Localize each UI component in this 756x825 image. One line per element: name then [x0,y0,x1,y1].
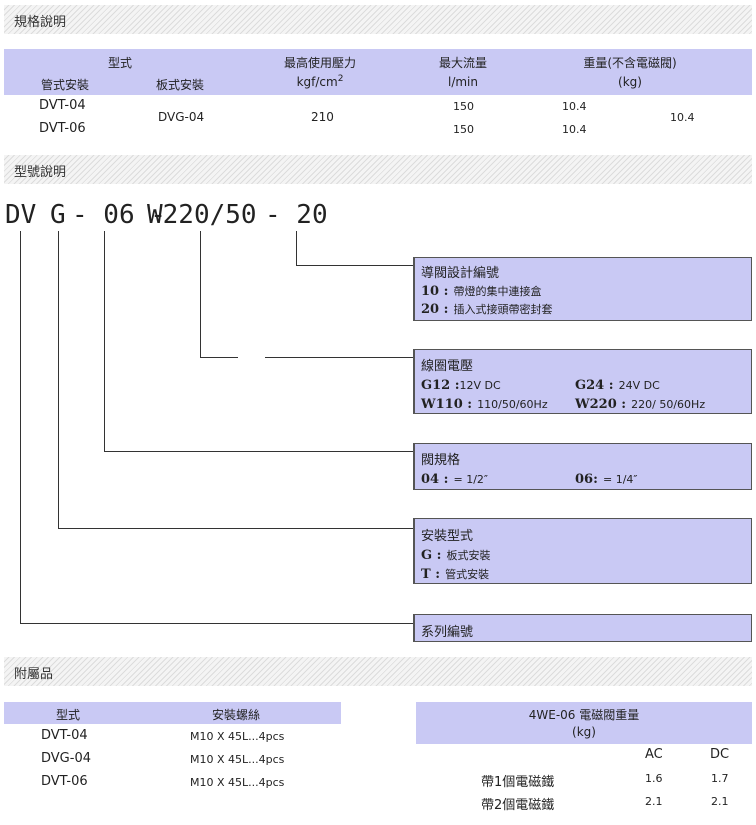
plate-value: DVG-04 [158,110,205,124]
connector-line [58,528,414,529]
weight1-value: 10.4 [562,100,587,113]
header-flow: 最大流量 [438,56,487,70]
option-g: G : 板式安裝 [421,548,491,563]
connector-line [296,231,297,266]
connector-line [104,231,105,452]
section-header-model: 型號說明 [4,155,752,184]
header-pipe: 管式安裝 [40,78,89,92]
header-pressure: 最高使用壓力 [283,56,356,70]
valve-size-box: 閥規格 04 : = 1/2″ 06: = 1/4″ [413,443,752,490]
header-weight-unit: (kg) [618,75,642,89]
section-title: 附屬品 [14,667,54,682]
acc-row-screw: M10 X 45L...4pcs [190,776,285,789]
connector-line [58,231,59,529]
header-type: 型式 [55,708,80,722]
option-w220: W220 : 220/ 50/60Hz [575,397,706,412]
code-voltage: W220/50 [147,200,257,230]
acc-row-screw: M10 X 45L...4pcs [190,753,285,766]
weight-row-label: 帶1個電磁鐵 [481,775,555,790]
connector-line [265,357,414,358]
acc-row-type: DVT-06 [41,774,88,789]
weight-table-title: 4WE-06 電磁閥重量 [528,708,640,722]
header-plate: 板式安裝 [155,78,204,92]
flow2-value: 150 [453,123,474,136]
acc-row-type: DVG-04 [41,751,91,766]
code-design: - 20 [265,200,328,230]
section-title: 型號說明 [14,165,67,180]
header-dc: DC [710,747,730,762]
series-number-box: 系列編號 [413,614,752,642]
box-title: 系列編號 [421,625,474,640]
header-pressure-unit: kgf/cm2 [296,74,344,89]
option-04: 04 : = 1/2″ [421,472,489,487]
weight-table-unit: (kg) [572,725,596,739]
acc-row-type: DVT-04 [41,728,88,743]
connector-line [296,265,414,266]
code-series: DV [5,200,37,230]
option-t: T : 管式安裝 [421,567,490,582]
option-10: 10 : 帶燈的集中連接盒 [421,284,542,299]
header-flow-unit: l/min [447,75,478,89]
box-title: 導閥設計編號 [421,266,500,281]
option-g24: G24 : 24V DC [575,378,660,393]
section-header-accessories: 附屬品 [4,657,752,686]
weight2-value: 10.4 [562,123,587,136]
section-header-spec: 規格說明 [4,5,752,34]
box-title: 線圈電壓 [421,359,474,374]
weight-row-label: 帶2個電磁鐵 [481,798,555,813]
mounting-type-box: 安裝型式 G : 板式安裝 T : 管式安裝 [413,518,752,584]
connector-line [200,231,201,358]
coil-voltage-box: 線圈電壓 G12 :12V DC G24 : 24V DC W110 : 110… [413,349,752,414]
row1-pipe: DVT-04 [39,98,86,113]
header-screw: 安裝螺絲 [211,708,260,722]
connector-line [20,231,21,624]
row2-pipe: DVT-06 [39,121,86,136]
connector-line [200,357,238,358]
weight-row-dc: 2.1 [711,795,729,808]
option-g12: G12 :12V DC [421,378,501,393]
pressure-value: 210 [311,110,334,124]
section-title: 規格說明 [14,15,67,30]
acc-row-screw: M10 X 45L...4pcs [190,730,285,743]
flow1-value: 150 [453,100,474,113]
option-w110: W110 : 110/50/60Hz [421,397,548,412]
header-type: 型式 [107,56,132,70]
option-06: 06: = 1/4″ [575,472,638,487]
header-ac: AC [645,747,663,762]
design-number-box: 導閥設計編號 10 : 帶燈的集中連接盒 20 : 插入式接頭帶密封套 [413,257,752,321]
weight-row-ac: 2.1 [645,795,663,808]
code-mounting: G [50,200,66,230]
weight-row-ac: 1.6 [645,772,663,785]
connector-line [20,623,414,624]
weight-row-dc: 1.7 [711,772,729,785]
connector-line [104,451,414,452]
box-title: 閥規格 [421,453,461,468]
option-20: 20 : 插入式接頭帶密封套 [421,302,553,317]
box-title: 安裝型式 [421,529,474,544]
weight3-value: 10.4 [670,111,695,124]
header-weight: 重量(不含電磁閥) [583,56,677,70]
